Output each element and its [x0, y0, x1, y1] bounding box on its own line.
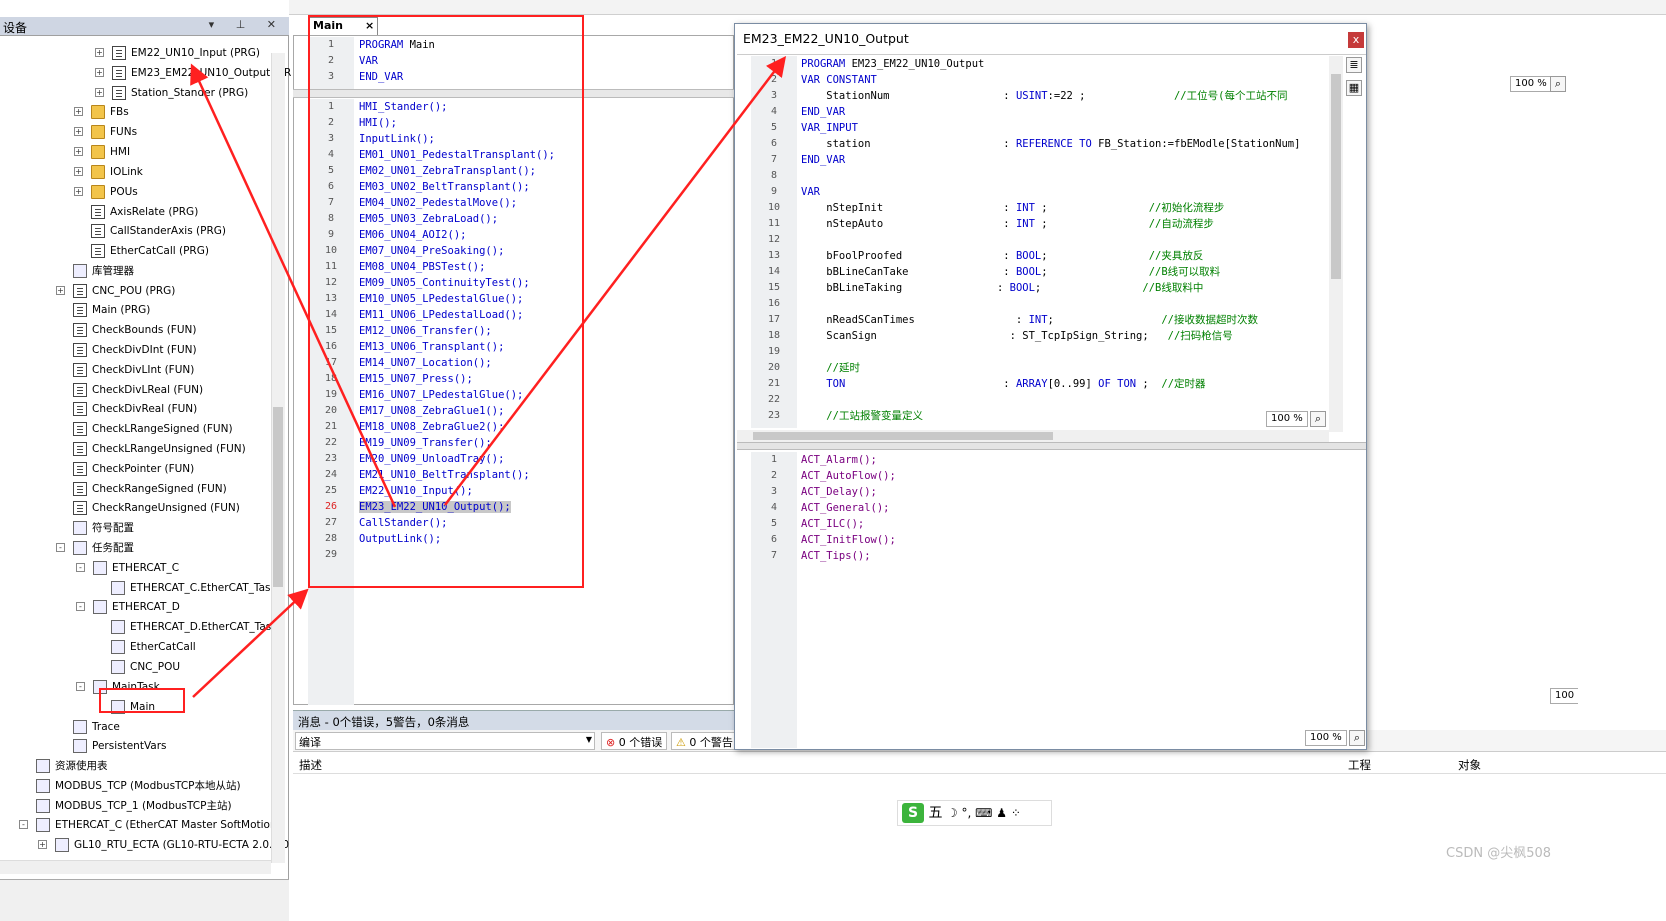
ime-mode[interactable]: 五 — [928, 805, 942, 821]
ime-toolbar[interactable]: S 五 ☽ °, ⌨ ♟ ⁘ — [897, 800, 1052, 826]
watermark: CSDN @尖枫508 — [1446, 846, 1552, 861]
arrow-to-popup — [444, 56, 787, 506]
arrow-to-main — [192, 588, 309, 698]
arrow-to-tree-item — [190, 63, 397, 508]
annotation-arrows — [190, 56, 787, 698]
ime-logo: S — [902, 803, 924, 823]
ime-extras[interactable]: ☽ °, ⌨ ♟ ⁘ — [947, 806, 1021, 820]
